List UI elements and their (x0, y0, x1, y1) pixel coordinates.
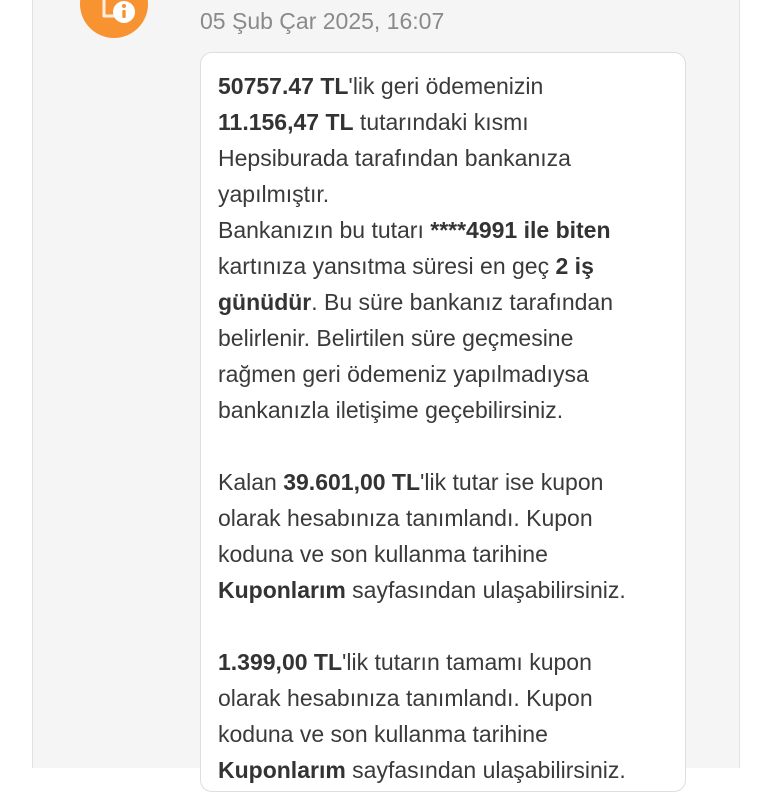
message-line: günüdür. Bu süre bankanız tarafından (218, 289, 614, 315)
message-line: Kuponlarım sayfasından ulaşabilirsiniz. (218, 577, 626, 603)
coupons-page-link[interactable]: Kuponlarım (218, 757, 346, 783)
card-number: ****4991 ile biten (430, 217, 611, 243)
message-line: kartınıza yansıtma süresi en geç 2 iş (218, 253, 594, 279)
message-line: 50757.47 TL'lik geri ödemenizin (218, 73, 544, 99)
message-line: 1.399,00 TL'lik tutarın tamamı kupon (218, 649, 592, 675)
message-timestamp: 05 Şub Çar 2025, 16:07 (200, 8, 445, 34)
message-line: koduna ve son kullanma tarihine (218, 541, 548, 567)
second-coupon-amount: 1.399,00 TL (218, 649, 343, 675)
days-label-part2: günüdür (218, 289, 312, 315)
message-line: olarak hesabınıza tanımlandı. Kupon (218, 505, 593, 531)
message-line: bankanızla iletişime geçebilirsiniz. (218, 397, 564, 423)
message-line: Kuponlarım sayfasından ulaşabilirsiniz. (218, 757, 626, 783)
message-body: 50757.47 TL'lik geri ödemenizin 11.156,4… (218, 68, 680, 788)
days-label-part1: 2 iş (555, 253, 594, 279)
message-line: olarak hesabınıza tanımlandı. Kupon (218, 685, 593, 711)
message-line: Kalan 39.601,00 TL'lik tutar ise kupon (218, 469, 604, 495)
sender-avatar (80, 0, 148, 38)
coupons-page-link[interactable]: Kuponlarım (218, 577, 346, 603)
refund-total-amount: 50757.47 TL (218, 73, 349, 99)
message-line: Hepsiburada tarafından bankanıza (218, 145, 571, 171)
message-line: koduna ve son kullanma tarihine (218, 721, 548, 747)
message-line: 11.156,47 TL tutarındaki kısmı (218, 109, 529, 135)
info-notification-icon (102, 0, 135, 23)
message-line: yapılmıştır. (218, 181, 330, 207)
bank-refund-amount: 11.156,47 TL (218, 109, 354, 135)
message-line: Bankanızın bu tutarı ****4991 ile biten (218, 217, 611, 243)
coupon-amount: 39.601,00 TL (283, 469, 421, 495)
message-line: belirlenir. Belirtilen süre geçmesine (218, 325, 574, 351)
message-line: rağmen geri ödemeniz yapılmadıysa (218, 361, 589, 387)
